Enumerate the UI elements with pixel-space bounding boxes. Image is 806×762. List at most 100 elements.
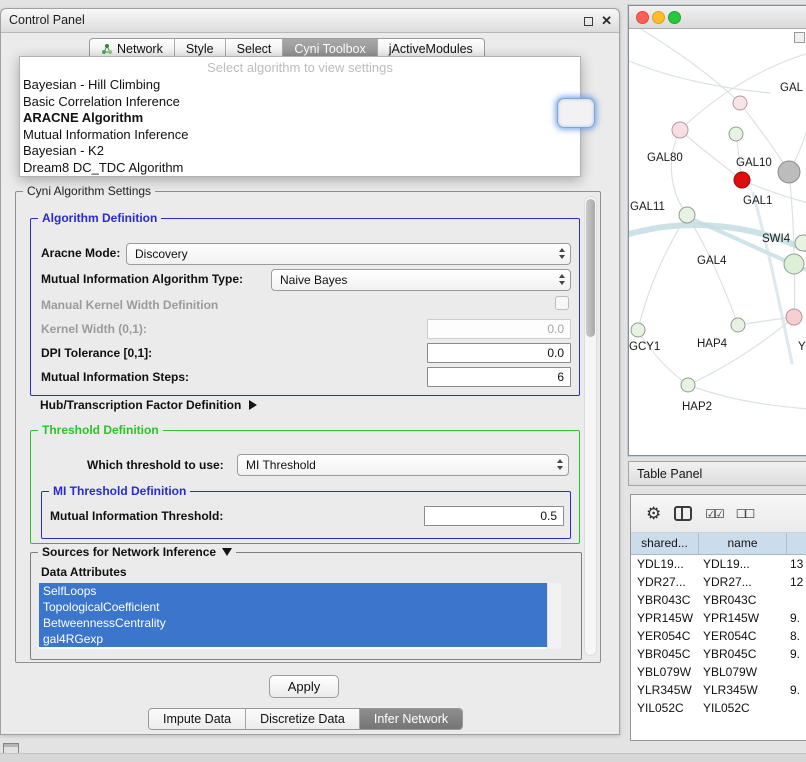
network-node[interactable] — [733, 96, 747, 110]
network-node[interactable] — [631, 323, 645, 337]
network-node[interactable] — [784, 254, 804, 274]
node-label: GAL80 — [647, 152, 683, 164]
table-header: shared... name — [631, 533, 806, 555]
table-cell: YDL19... — [631, 557, 699, 571]
mi-threshold-field[interactable] — [424, 506, 564, 526]
table-row[interactable]: YLR345WYLR345W9. — [631, 681, 806, 699]
list-item-selected[interactable]: TopologicalCoefficient — [39, 599, 547, 615]
minimize-traffic-light[interactable] — [652, 11, 665, 24]
window-title: Control Panel — [9, 13, 85, 27]
network-node[interactable] — [786, 309, 802, 325]
tab-infer-network[interactable]: Infer Network — [360, 709, 462, 729]
selected-value: Discovery — [135, 247, 188, 261]
manual-kernel-label: Manual Kernel Width Definition — [41, 298, 218, 312]
sources-collapser[interactable]: Sources for Network Inference — [38, 545, 236, 559]
table-cell: YDR27... — [631, 575, 699, 589]
table-row[interactable]: YDL19...YDL19...13 — [631, 555, 806, 573]
mi-steps-field[interactable] — [427, 367, 571, 387]
zoom-traffic-light[interactable] — [668, 11, 681, 24]
aracne-mode-label: Aracne Mode: — [41, 246, 120, 260]
table-cell: YBL079W — [631, 665, 699, 679]
table-cell: YBR045C — [699, 647, 787, 661]
mi-type-select[interactable]: Naive Bayes — [271, 269, 571, 291]
hub-definition-expander[interactable]: Hub/Transcription Factor Definition — [40, 398, 257, 412]
network-node[interactable] — [729, 127, 743, 141]
table-row[interactable]: YER054CYER054C8. — [631, 627, 806, 645]
apply-button[interactable]: Apply — [269, 675, 339, 698]
network-node[interactable] — [679, 207, 695, 223]
manual-kernel-checkbox — [555, 296, 569, 310]
expander-arrow-icon — [249, 400, 257, 410]
network-node[interactable] — [672, 122, 688, 138]
deselect-all-checkboxes-icon[interactable]: ☐☐ — [736, 507, 754, 521]
settings-scrollbar-thumb[interactable] — [586, 199, 595, 337]
network-node[interactable] — [731, 318, 745, 332]
node-label: SWI4 — [762, 233, 791, 245]
network-node-red[interactable] — [734, 172, 750, 188]
popup-item-selected[interactable]: ARACNE Algorithm — [20, 110, 580, 127]
hub-definition-label: Hub/Transcription Factor Definition — [40, 398, 241, 412]
group-title: Algorithm Definition — [38, 211, 161, 225]
popup-item[interactable]: Bayesian - Hill Climbing — [20, 77, 580, 94]
table-cell: YBL079W — [699, 665, 787, 679]
table-panel-title: Table Panel — [637, 467, 702, 481]
float-window-icon[interactable] — [584, 17, 593, 26]
table-row[interactable]: YBR045CYBR045C9. — [631, 645, 806, 663]
dpi-tolerance-field[interactable] — [427, 343, 571, 363]
select-all-checkboxes-icon[interactable]: ☑☑ — [705, 507, 723, 521]
node-label: GCY1 — [629, 341, 660, 353]
scroll-corner-button[interactable] — [794, 32, 805, 43]
dpi-tolerance-label: DPI Tolerance [0,1]: — [41, 346, 152, 360]
tab-discretize-data[interactable]: Discretize Data — [246, 709, 360, 729]
network-tab-icon — [101, 43, 113, 55]
table-cell: YDL19... — [699, 557, 787, 571]
desktop: Control Panel ✕ Network Style Select Cyn… — [0, 0, 806, 762]
close-icon[interactable]: ✕ — [601, 12, 612, 29]
network-node[interactable] — [681, 378, 695, 392]
table-cell: YDR27... — [699, 575, 787, 589]
column-header[interactable] — [787, 533, 806, 554]
columns-icon[interactable] — [674, 506, 692, 521]
table-row[interactable]: YBL079WYBL079W — [631, 663, 806, 681]
settings-scrollbar[interactable] — [584, 196, 597, 656]
network-node-gray[interactable] — [778, 161, 800, 183]
table-cell: 12 — [787, 575, 806, 589]
node-label: GAL10 — [736, 157, 772, 169]
popup-item[interactable]: Basic Correlation Inference — [20, 94, 580, 111]
table-row[interactable]: YIL052CYIL052C — [631, 699, 806, 717]
table-row[interactable]: YPR145WYPR145W9. — [631, 609, 806, 627]
popup-item[interactable]: Bayesian - K2 — [20, 143, 580, 160]
node-label: GAL — [780, 82, 804, 94]
popup-item[interactable]: Dream8 DC_TDC Algorithm — [20, 160, 580, 177]
list-item-selected[interactable]: BetweennessCentrality — [39, 615, 547, 631]
mi-steps-label: Mutual Information Steps: — [41, 370, 189, 384]
cyni-algorithm-settings-group: Cyni Algorithm Settings Algorithm Defini… — [15, 191, 601, 663]
table-row[interactable]: YBR043CYBR043C — [631, 591, 806, 609]
table-row[interactable]: YDR27...YDR27...12 — [631, 573, 806, 591]
list-scrollbar[interactable] — [547, 583, 561, 649]
column-header[interactable]: shared... — [631, 533, 699, 554]
list-item-selected[interactable]: SelfLoops — [39, 583, 547, 599]
focused-button[interactable] — [557, 98, 595, 128]
node-label: GAL4 — [697, 255, 727, 267]
close-traffic-light[interactable] — [636, 11, 649, 24]
combo-arrows-icon — [557, 459, 563, 470]
list-item-selected[interactable]: gal4RGexp — [39, 631, 547, 647]
group-title: Threshold Definition — [38, 423, 163, 437]
bottom-tab-bar: Impute Data Discretize Data Infer Networ… — [148, 708, 463, 730]
column-header[interactable]: name — [699, 533, 787, 554]
which-threshold-select[interactable]: MI Threshold — [237, 454, 569, 476]
gear-icon[interactable]: ⚙ — [646, 505, 661, 522]
table-cell: 8. — [787, 629, 806, 643]
selected-value: MI Threshold — [246, 458, 316, 472]
table-cell: YBR045C — [631, 647, 699, 661]
node-label: Y — [798, 341, 806, 353]
aracne-mode-select[interactable]: Discovery — [126, 243, 571, 265]
table-cell: YIL052C — [631, 701, 699, 715]
node-label: GAL1 — [743, 195, 772, 207]
tab-impute-data[interactable]: Impute Data — [149, 709, 246, 729]
network-node[interactable] — [795, 235, 806, 251]
network-canvas[interactable]: GAL GAL80 GAL10 GAL11 GAL1 SWI4 GAL4 GCY… — [629, 29, 806, 455]
mi-threshold-definition-group: MI Threshold Definition Mutual Informati… — [41, 491, 571, 539]
popup-item[interactable]: Mutual Information Inference — [20, 127, 580, 144]
